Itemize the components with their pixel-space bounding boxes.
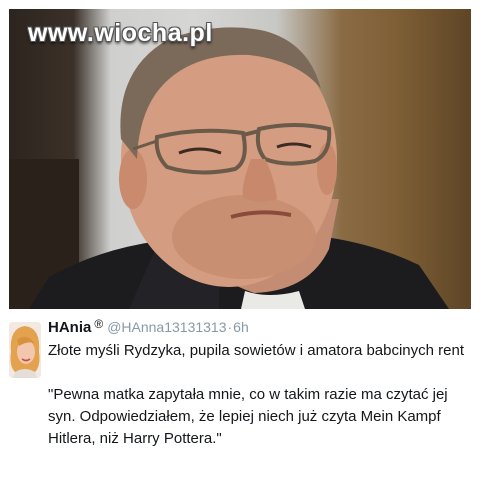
tweet-card[interactable]: HAnia ® @HAnna13131313 · 6h Złote myśli … bbox=[0, 310, 480, 480]
tweet-quote: "Pewna matka zapytała mnie, co w takim r… bbox=[48, 386, 448, 447]
tweet-text: Złote myśli Rydzyka, pupila sowietów i a… bbox=[48, 340, 470, 450]
portrait-illustration bbox=[9, 27, 449, 309]
avatar-image bbox=[9, 322, 41, 378]
tweet-header: HAnia ® @HAnna13131313 · 6h bbox=[48, 317, 249, 341]
registered-badge-icon: ® bbox=[94, 317, 104, 331]
separator-dot: · bbox=[227, 319, 233, 335]
watermark-logo: www.wiocha.pl bbox=[28, 19, 213, 47]
author-handle[interactable]: @HAnna13131313 bbox=[107, 319, 226, 335]
photo: www.wiocha.pl bbox=[9, 9, 471, 309]
avatar[interactable] bbox=[9, 322, 41, 378]
author-name[interactable]: HAnia bbox=[48, 319, 91, 336]
tweet-line-intro: Złote myśli Rydzyka, pupila sowietów i a… bbox=[48, 342, 465, 359]
tweet-timestamp[interactable]: 6h bbox=[233, 319, 249, 335]
